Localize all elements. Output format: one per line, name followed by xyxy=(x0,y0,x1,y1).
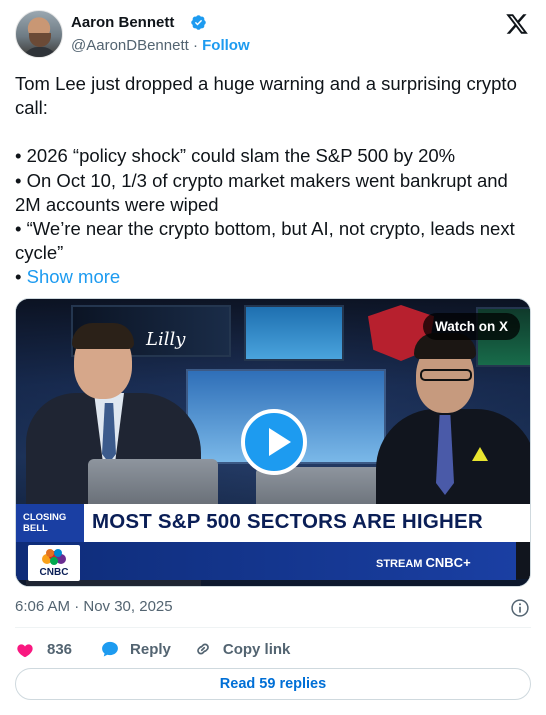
cnbc-label: CNBC xyxy=(39,567,69,578)
avatar-shirt xyxy=(22,47,58,57)
stream-brand: CNBC+ xyxy=(425,555,471,570)
action-bar: 836 Reply Copy link xyxy=(15,637,290,661)
tweet-header: Aaron Bennett @AaronDBennett · Follow xyxy=(15,10,531,60)
like-button[interactable]: 836 xyxy=(15,639,72,659)
cnbc-logo: CNBC xyxy=(28,545,80,581)
like-count: 836 xyxy=(47,640,73,658)
peacock-icon xyxy=(42,549,66,565)
stream-label: STREAM xyxy=(376,558,423,570)
tweet-line-bullet-3: • “We’re near the crypto bottom, but AI,… xyxy=(15,218,515,264)
show-more-line: • Show more xyxy=(15,265,531,289)
anchor-left-hair xyxy=(72,323,134,349)
show-more-link[interactable]: Show more xyxy=(27,266,121,287)
author-name[interactable]: Aaron Bennett xyxy=(71,14,174,31)
follow-button[interactable]: Follow xyxy=(202,37,250,54)
video-player[interactable]: Lilly CLOSING BELL MOST S&P 500 SECTORS … xyxy=(15,298,531,587)
info-icon[interactable] xyxy=(510,598,530,618)
tweet-timestamp[interactable]: 6:06 AM · Nov 30, 2025 xyxy=(15,598,173,615)
copy-link-button[interactable]: Copy link xyxy=(193,639,291,659)
tweet-line-bullet-2: • On Oct 10, 1/3 of crypto market makers… xyxy=(15,169,508,215)
guest-glasses xyxy=(420,369,472,381)
tweet-line-intro: Tom Lee just dropped a huge warning and … xyxy=(15,73,517,119)
play-icon[interactable] xyxy=(241,409,307,475)
avatar[interactable] xyxy=(15,10,63,58)
handle-row: @AaronDBennett · Follow xyxy=(71,37,250,54)
copy-link-label: Copy link xyxy=(222,640,291,658)
reply-label: Reply xyxy=(130,640,171,658)
verified-badge-icon xyxy=(191,15,206,30)
reply-bubble-icon xyxy=(102,641,118,657)
avatar-beard xyxy=(29,33,51,47)
carvana-screen xyxy=(244,305,344,361)
link-icon xyxy=(197,643,209,655)
separator-dot: · xyxy=(192,37,198,54)
tweet-line-bullet-1: • 2026 “policy shock” could slam the S&P… xyxy=(15,145,456,167)
reply-button[interactable]: Reply xyxy=(100,639,171,659)
show-more-bullet: • xyxy=(15,266,27,288)
divider xyxy=(15,627,531,628)
author-handle[interactable]: @AaronDBennett xyxy=(71,37,189,54)
chyron-headline: MOST S&P 500 SECTORS ARE HIGHER xyxy=(92,510,483,533)
heart-icon xyxy=(17,644,33,658)
closing-bell-tag: CLOSING BELL xyxy=(16,504,84,542)
tweet-text: Tom Lee just dropped a huge warning and … xyxy=(15,72,531,290)
x-logo-icon[interactable] xyxy=(505,12,529,36)
watch-on-x-button[interactable]: Watch on X xyxy=(423,313,520,340)
stream-promo: STREAM CNBC+ xyxy=(376,555,471,570)
read-replies-button[interactable]: Read 59 replies xyxy=(15,668,531,700)
